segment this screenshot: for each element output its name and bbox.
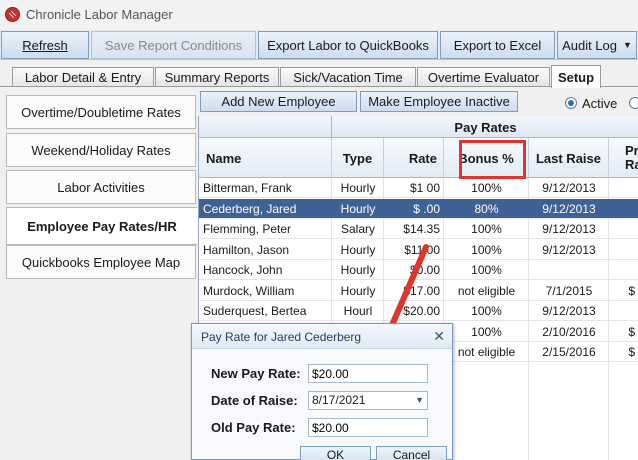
tab-setup[interactable]: Setup (551, 65, 601, 88)
cancel-button[interactable]: Cancel (376, 446, 447, 460)
dialog-title-bar: Pay Rate for Jared Cederberg ✕ (192, 324, 452, 349)
date-of-raise-picker[interactable]: 8/17/2021 ▼ (308, 391, 428, 410)
close-icon[interactable]: ✕ (433, 328, 445, 345)
date-of-raise-value: 8/17/2021 (312, 393, 366, 407)
ok-button[interactable]: OK (300, 446, 371, 460)
dialog-title: Pay Rate for Jared Cederberg (201, 330, 362, 344)
pay-rate-dialog: Pay Rate for Jared Cederberg ✕ New Pay R… (191, 323, 453, 460)
date-of-raise-label: Date of Raise: (211, 393, 298, 408)
chevron-down-icon[interactable]: ▼ (415, 392, 424, 409)
old-pay-rate-label: Old Pay Rate: (211, 420, 296, 435)
new-pay-rate-label: New Pay Rate: (211, 366, 301, 381)
old-pay-rate-input[interactable] (308, 418, 428, 437)
new-pay-rate-input[interactable] (308, 364, 428, 383)
